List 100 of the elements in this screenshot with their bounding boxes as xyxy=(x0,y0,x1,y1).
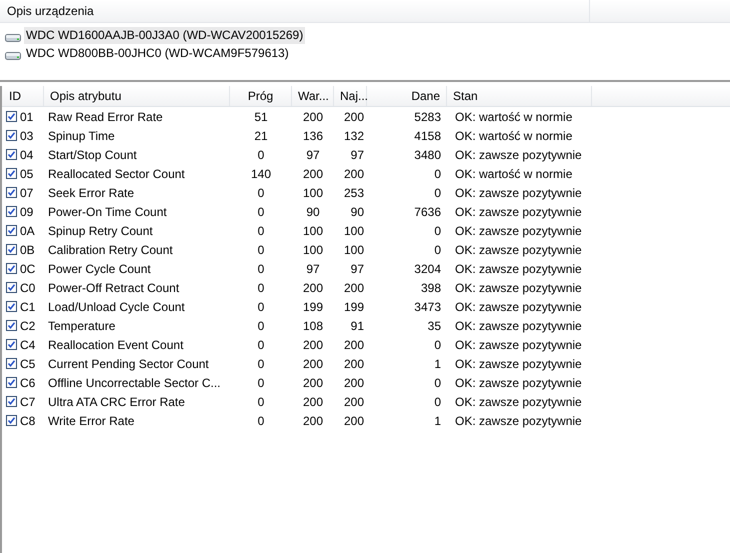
raw-data: 7636 xyxy=(414,204,441,218)
threshold-value: 0 xyxy=(258,356,264,370)
attribute-name: Temperature xyxy=(48,318,116,332)
current-value: 200 xyxy=(302,280,324,294)
raw-data: 0 xyxy=(434,394,441,408)
status-text: OK: zawsze pozytywnie xyxy=(455,148,582,162)
attribute-name: Reallocated Sector Count xyxy=(48,166,185,180)
raw-data: 3473 xyxy=(414,300,441,314)
checkbox[interactable] xyxy=(6,225,17,236)
checkbox[interactable] xyxy=(6,130,17,141)
attribute-id: 0B xyxy=(20,242,35,256)
raw-data: 0 xyxy=(434,242,441,256)
raw-data: 0 xyxy=(434,166,441,180)
threshold-value: 0 xyxy=(258,186,264,200)
checkbox[interactable] xyxy=(6,396,17,407)
attribute-id: 0C xyxy=(20,262,36,276)
attribute-id: C2 xyxy=(20,318,36,332)
column-header[interactable]: ID xyxy=(2,86,44,106)
raw-data: 3204 xyxy=(414,262,441,276)
checkbox[interactable] xyxy=(6,149,17,160)
raw-data: 3480 xyxy=(414,148,441,162)
status-text: OK: wartość w normie xyxy=(455,128,572,142)
device-item[interactable]: WDC WD800BB-00JHC0 (WD-WCAM9F579613) xyxy=(24,44,291,62)
hard-drive-icon xyxy=(5,50,21,60)
checkbox[interactable] xyxy=(6,377,17,388)
threshold-value: 0 xyxy=(258,394,264,408)
raw-data: 1 xyxy=(434,356,441,370)
attribute-name: Power-On Time Count xyxy=(48,204,167,218)
raw-data: 398 xyxy=(420,280,441,294)
status-text: OK: zawsze pozytywnie xyxy=(455,376,582,390)
attribute-id: C1 xyxy=(20,300,36,314)
current-value: 108 xyxy=(302,318,324,332)
current-value: 200 xyxy=(302,338,324,352)
checkbox[interactable] xyxy=(6,263,17,274)
attribute-name: Raw Read Error Rate xyxy=(48,110,163,124)
checkbox[interactable] xyxy=(6,301,17,312)
checkbox[interactable] xyxy=(6,320,17,331)
current-value: 100 xyxy=(302,224,324,238)
worst-value: 200 xyxy=(344,110,364,124)
column-header[interactable]: Dane xyxy=(367,86,447,106)
column-header[interactable]: Stan xyxy=(447,86,592,106)
checkbox[interactable] xyxy=(6,187,17,198)
worst-value: 200 xyxy=(344,338,364,352)
worst-value: 253 xyxy=(344,186,364,200)
checkbox[interactable] xyxy=(6,282,17,293)
current-value: 100 xyxy=(302,242,324,256)
threshold-value: 51 xyxy=(254,110,268,124)
attribute-id: 01 xyxy=(20,110,34,124)
attribute-id: C7 xyxy=(20,394,36,408)
attribute-name: Spinup Retry Count xyxy=(48,224,153,238)
threshold-value: 0 xyxy=(258,338,264,352)
checkbox[interactable] xyxy=(6,358,17,369)
checkbox[interactable] xyxy=(6,244,17,255)
threshold-value: 0 xyxy=(258,242,264,256)
checkbox[interactable] xyxy=(6,111,17,122)
raw-data: 35 xyxy=(428,318,441,332)
checkbox[interactable] xyxy=(6,168,17,179)
attribute-id: 07 xyxy=(20,186,34,200)
column-header[interactable]: Próg xyxy=(230,86,292,106)
threshold-value: 0 xyxy=(258,300,264,314)
current-value: 100 xyxy=(302,186,324,200)
threshold-value: 0 xyxy=(258,262,264,276)
worst-value: 91 xyxy=(350,318,364,332)
threshold-value: 0 xyxy=(258,318,264,332)
status-text: OK: zawsze pozytywnie xyxy=(455,262,582,276)
worst-value: 100 xyxy=(344,224,364,238)
checkbox[interactable] xyxy=(6,339,17,350)
threshold-value: 0 xyxy=(258,148,264,162)
status-text: OK: zawsze pozytywnie xyxy=(455,300,582,314)
column-header[interactable]: Naj... xyxy=(334,86,367,106)
device-item[interactable]: WDC WD1600AAJB-00J3A0 (WD-WCAV20015269) xyxy=(24,26,306,44)
current-value: 200 xyxy=(302,376,324,390)
status-text: OK: zawsze pozytywnie xyxy=(455,394,582,408)
raw-data: 0 xyxy=(434,186,441,200)
current-value: 200 xyxy=(302,166,324,180)
current-value: 136 xyxy=(302,128,324,142)
attribute-name: Start/Stop Count xyxy=(48,148,137,162)
worst-value: 200 xyxy=(344,414,364,428)
current-value: 199 xyxy=(302,300,324,314)
checkbox[interactable] xyxy=(6,415,17,426)
checkbox[interactable] xyxy=(6,206,17,217)
worst-value: 132 xyxy=(344,128,364,142)
attribute-name: Calibration Retry Count xyxy=(48,242,173,256)
column-header[interactable]: War... xyxy=(292,86,334,106)
threshold-value: 21 xyxy=(254,128,268,142)
current-value: 97 xyxy=(306,148,320,162)
worst-value: 200 xyxy=(344,166,364,180)
worst-value: 90 xyxy=(350,204,364,218)
current-value: 90 xyxy=(306,204,320,218)
column-header[interactable]: Opis atrybutu xyxy=(44,86,230,106)
worst-value: 200 xyxy=(344,376,364,390)
threshold-value: 0 xyxy=(258,204,264,218)
status-text: OK: zawsze pozytywnie xyxy=(455,242,582,256)
threshold-value: 0 xyxy=(258,280,264,294)
attribute-name: Power Cycle Count xyxy=(48,262,151,276)
raw-data: 1 xyxy=(434,414,441,428)
status-text: OK: zawsze pozytywnie xyxy=(455,318,582,332)
worst-value: 200 xyxy=(344,356,364,370)
threshold-value: 0 xyxy=(258,414,264,428)
attribute-id: C4 xyxy=(20,338,36,352)
